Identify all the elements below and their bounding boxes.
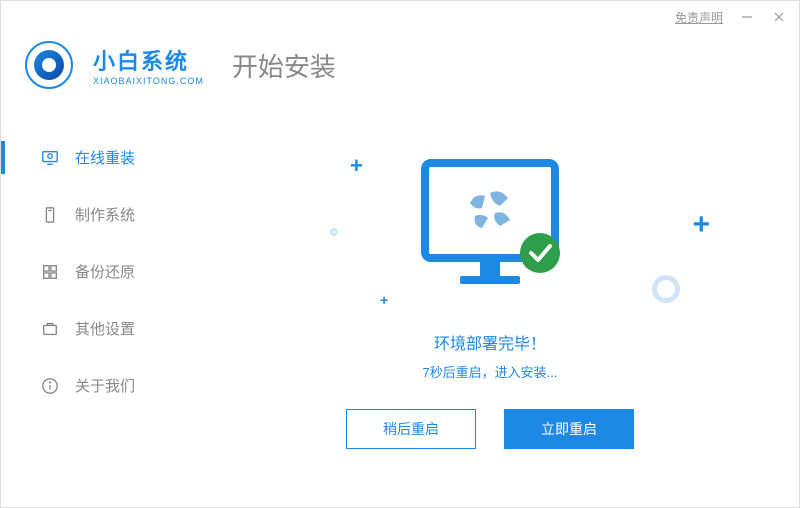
plus-icon: +: [350, 153, 363, 179]
restart-now-button[interactable]: 立即重启: [504, 409, 634, 449]
illustration: + + +: [360, 138, 620, 318]
logo: [25, 41, 73, 89]
usb-icon: [41, 206, 59, 224]
sidebar-item-label: 备份还原: [75, 261, 135, 282]
monitor-refresh-icon: [41, 149, 59, 167]
status-subtitle: 7秒后重启，进入安装...: [422, 362, 557, 381]
minimize-icon: [740, 10, 754, 24]
body: 在线重装 制作系统 备份还原 其他设置: [1, 109, 799, 507]
grid-icon: [41, 263, 59, 281]
circle-icon: [652, 275, 680, 303]
brand: 小白系统 XIAOBAIXITONG.COM: [93, 44, 204, 86]
sidebar-item-about[interactable]: 关于我们: [1, 357, 181, 414]
header: 小白系统 XIAOBAIXITONG.COM 开始安装: [1, 33, 799, 109]
sidebar-item-label: 关于我们: [75, 375, 135, 396]
sidebar-item-label: 在线重装: [75, 147, 135, 168]
plus-icon: +: [380, 292, 388, 308]
sidebar-item-other-settings[interactable]: 其他设置: [1, 300, 181, 357]
plus-icon: +: [692, 208, 710, 242]
sidebar-item-backup-restore[interactable]: 备份还原: [1, 243, 181, 300]
main-content: + + +: [181, 109, 799, 507]
brand-name: 小白系统: [93, 44, 204, 76]
brand-subtitle: XIAOBAIXITONG.COM: [93, 76, 204, 86]
sidebar-item-label: 制作系统: [75, 204, 135, 225]
sidebar-item-label: 其他设置: [75, 318, 135, 339]
briefcase-icon: [41, 320, 59, 338]
app-window: 免责声明 小白系统 XIAOBAIXITONG.COM 开始安装 在线重装: [0, 0, 800, 508]
restart-later-button[interactable]: 稍后重启: [346, 409, 476, 449]
monitor-icon: [415, 158, 565, 303]
close-button[interactable]: [771, 9, 787, 25]
close-icon: [772, 10, 786, 24]
disclaimer-link[interactable]: 免责声明: [675, 9, 723, 26]
button-row: 稍后重启 立即重启: [346, 409, 634, 449]
sidebar-item-make-system[interactable]: 制作系统: [1, 186, 181, 243]
info-icon: [41, 377, 59, 395]
sidebar-item-online-reinstall[interactable]: 在线重装: [1, 129, 181, 186]
sidebar: 在线重装 制作系统 备份还原 其他设置: [1, 109, 181, 507]
titlebar: 免责声明: [1, 1, 799, 33]
minimize-button[interactable]: [739, 9, 755, 25]
circle-icon: [330, 228, 338, 236]
page-title: 开始安装: [232, 47, 336, 84]
status-title: 环境部署完毕！: [434, 330, 546, 354]
